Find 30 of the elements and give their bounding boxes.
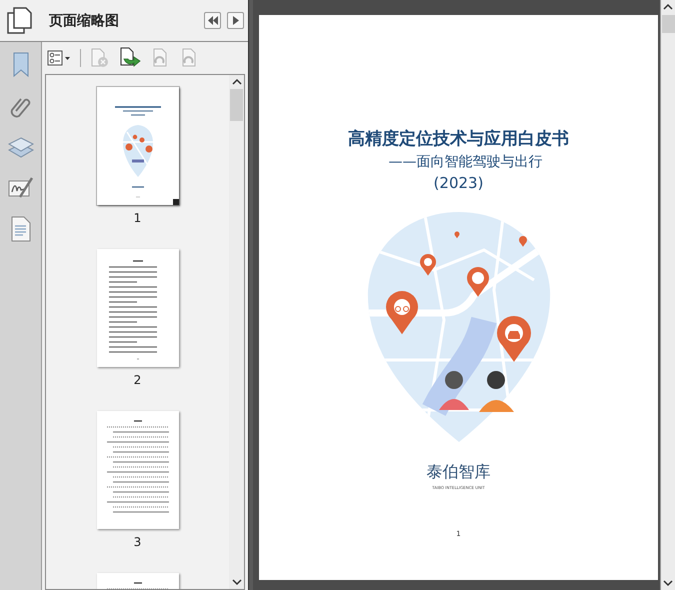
- bookmark-icon[interactable]: [10, 52, 30, 78]
- publisher-name: 泰伯智库: [426, 462, 490, 483]
- page-number-label: 1: [134, 211, 142, 225]
- insert-page-button[interactable]: [119, 47, 141, 69]
- document-icon[interactable]: [10, 216, 30, 242]
- scrollbar[interactable]: [229, 75, 244, 589]
- double-arrow-left-icon: [208, 16, 218, 25]
- scroll-down-icon[interactable]: [663, 579, 673, 587]
- expand-panel-button[interactable]: [227, 12, 244, 29]
- document-scrollbar[interactable]: [660, 0, 675, 590]
- page-thumbnail[interactable]: [96, 249, 178, 367]
- document-subtitle: ——面向智能驾驶与出行: [388, 153, 542, 171]
- document-title: 高精度定位技术与应用白皮书: [348, 128, 569, 150]
- arrow-right-icon: [232, 16, 238, 25]
- page-number-label: 2: [134, 373, 142, 387]
- panel-title: 页面缩略图: [49, 12, 120, 30]
- document-year: (2023): [434, 174, 484, 192]
- page-number-label: 3: [134, 535, 142, 549]
- scroll-up-icon[interactable]: [232, 78, 242, 86]
- scrollbar-thumb[interactable]: [230, 89, 243, 121]
- layers-icon[interactable]: [8, 136, 34, 160]
- signature-icon[interactable]: [8, 177, 34, 199]
- pages-icon[interactable]: [7, 6, 33, 34]
- options-menu-button[interactable]: [47, 50, 71, 66]
- collapse-panel-button[interactable]: [204, 12, 221, 29]
- scrollbar-thumb[interactable]: [662, 15, 674, 33]
- scroll-up-icon[interactable]: [663, 3, 673, 11]
- page-thumbnail[interactable]: [96, 87, 178, 205]
- scroll-down-icon[interactable]: [232, 578, 242, 586]
- page-thumbnail[interactable]: [96, 411, 178, 529]
